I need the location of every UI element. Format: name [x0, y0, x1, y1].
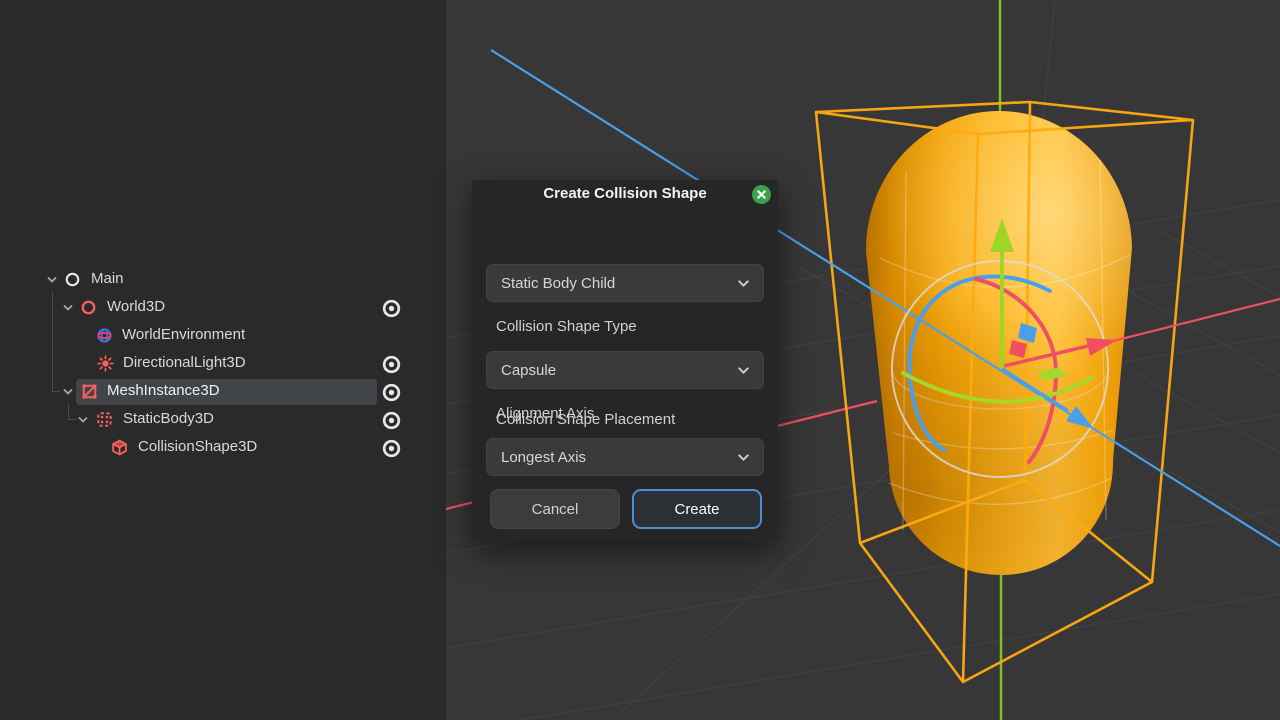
tree-node-label: MeshInstance3D	[107, 382, 220, 399]
tree-node-label: StaticBody3D	[123, 410, 214, 427]
x-axis-line-right	[1113, 299, 1280, 341]
visibility-eye-icon[interactable]	[380, 353, 403, 376]
tree-row-worldenvironment[interactable]: WorldEnvironment	[0, 322, 446, 350]
chevron-down-icon	[736, 363, 751, 378]
mesh-instance-icon	[81, 383, 98, 400]
placement-value: Static Body Child	[501, 275, 736, 292]
visibility-eye-icon[interactable]	[380, 437, 403, 460]
shape-type-label: Collision Shape Type	[496, 318, 637, 335]
static-body-icon	[96, 411, 113, 428]
editor-window: Main World3D WorldEnvironment Directiona…	[0, 0, 1280, 720]
alignment-axis-select[interactable]: Longest Axis	[486, 438, 764, 476]
visibility-eye-icon[interactable]	[380, 297, 403, 320]
chevron-down-icon	[736, 450, 751, 465]
tree-node-label: World3D	[107, 298, 165, 315]
dialog-title: Create Collision Shape	[472, 185, 778, 202]
tree-node-label: DirectionalLight3D	[123, 354, 246, 371]
tree-node-label: WorldEnvironment	[122, 326, 245, 343]
tree-node-label: Main	[91, 270, 124, 287]
chevron-down-icon[interactable]	[46, 274, 58, 286]
create-button[interactable]: Create	[632, 489, 762, 529]
chevron-down-icon[interactable]	[62, 386, 74, 398]
create-collision-shape-dialog: Create Collision Shape Collision Shape P…	[472, 180, 778, 541]
close-icon	[757, 190, 766, 199]
tree-row-staticbody3d[interactable]: StaticBody3D	[0, 406, 446, 434]
collision-shape-icon	[111, 439, 128, 456]
tree-row-main[interactable]: Main	[0, 266, 446, 294]
chevron-down-icon[interactable]	[62, 302, 74, 314]
alignment-axis-label: Alignment Axis	[496, 405, 594, 422]
world-environment-icon	[96, 327, 113, 344]
tree-node-label: CollisionShape3D	[138, 438, 257, 455]
directional-light-icon	[97, 355, 114, 372]
placement-select[interactable]: Static Body Child	[486, 264, 764, 302]
tree-row-meshinstance3d[interactable]: MeshInstance3D	[0, 378, 446, 406]
alignment-axis-value: Longest Axis	[501, 449, 736, 466]
dialog-close-button[interactable]	[752, 185, 771, 204]
scene-tree-panel: Main World3D WorldEnvironment Directiona…	[0, 0, 446, 720]
cancel-button[interactable]: Cancel	[490, 489, 620, 529]
chevron-down-icon[interactable]	[77, 414, 89, 426]
tree-row-collisionshape3d[interactable]: CollisionShape3D	[0, 434, 446, 462]
shape-type-select[interactable]: Capsule	[486, 351, 764, 389]
visibility-eye-icon[interactable]	[380, 381, 403, 404]
shape-type-value: Capsule	[501, 362, 736, 379]
node-circle-icon	[64, 271, 81, 288]
node3d-icon	[80, 299, 97, 316]
visibility-eye-icon[interactable]	[380, 409, 403, 432]
chevron-down-icon	[736, 276, 751, 291]
tree-row-directionallight3d[interactable]: DirectionalLight3D	[0, 350, 446, 378]
tree-row-world3d[interactable]: World3D	[0, 294, 446, 322]
